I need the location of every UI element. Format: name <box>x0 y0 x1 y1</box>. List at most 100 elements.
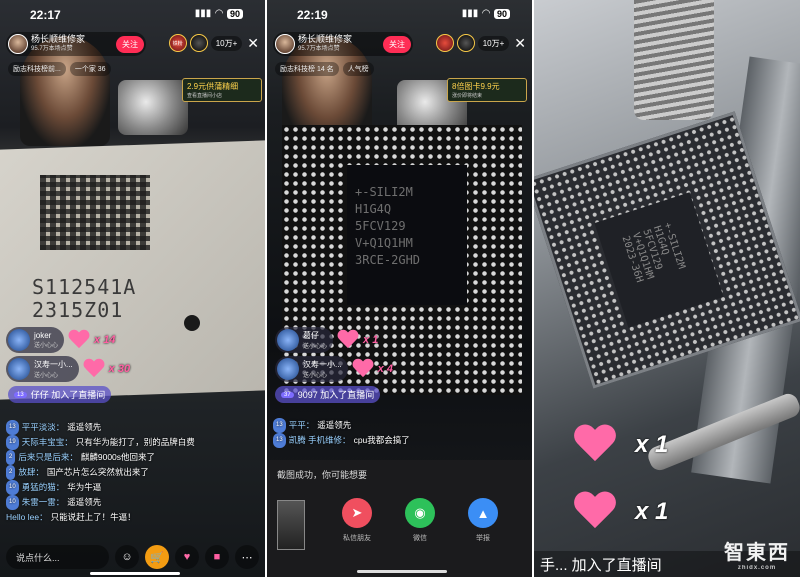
report-button[interactable]: ▲ 举报 <box>455 498 511 543</box>
audience-area: 10万+ ✕ <box>435 34 526 52</box>
screenshot-thumbnail[interactable] <box>277 500 305 550</box>
share-message-button[interactable]: ➤ 私信朋友 <box>329 498 385 543</box>
chat-message[interactable]: 13 平平： 遥遥领先 <box>273 418 410 433</box>
follow-button[interactable]: 关注 <box>116 35 144 53</box>
shop-cart-icon[interactable]: 🛒 <box>145 545 169 569</box>
chat-message[interactable]: 10 朱雷一雷： 遥遥领先 <box>6 495 195 510</box>
viewer-count[interactable]: 10万+ <box>210 35 243 51</box>
board-hole <box>184 315 200 331</box>
promo-title: 8倍图卡9.9元 <box>452 82 500 91</box>
promo-subtitle: 查看直播间小店 <box>187 93 223 99</box>
sheet-title: 截图成功，你可能想要 <box>277 470 368 480</box>
live-stream-panel-1: S112541A 2315Z01 22:17 ▮▮▮ ◠ 90 杨长顺维修家 9… <box>0 0 265 577</box>
chat-message[interactable]: 10 勇猛的猫： 华为牛逼 <box>6 480 195 495</box>
gifter-avatar <box>8 358 30 380</box>
group-tag[interactable]: 一个家 36 <box>69 62 111 76</box>
promo-card[interactable]: 2.9元供蒲精细 查看直播间小店 <box>182 78 262 102</box>
status-bar: 22:17 ▮▮▮ ◠ 90 <box>0 6 265 24</box>
chat-message[interactable]: Hello lee： 只能说赶上了！牛逼！ <box>6 510 195 525</box>
user-level-badge: 13 <box>14 391 27 398</box>
heart-icon[interactable]: ♥ <box>175 545 199 569</box>
rank-tag[interactable]: 励志科技榜前... <box>8 62 66 76</box>
chat-list: 13 平平淡淡： 遥遥领先 19 天际丰宝宝： 只有华为能打了，别的品牌白费 2 后来只是… <box>6 420 195 525</box>
wifi-icon: ◠ <box>215 8 223 19</box>
live-stream-panel-2: +-SILI2M H1G4Q 5FCV129 V+Q1Q1HM 3RCE-2GH… <box>267 0 532 577</box>
status-icons: ▮▮▮ ◠ 90 <box>462 8 510 19</box>
comment-input[interactable]: 说点什么... <box>6 545 109 569</box>
share-label: 私信朋友 <box>343 535 371 542</box>
close-icon[interactable]: ✕ <box>247 35 259 52</box>
die-marking-line-3: 5FCV129 <box>355 219 406 233</box>
host-likes: 95.7万本场点赞 <box>31 46 73 52</box>
host-likes: 95.7万本场点赞 <box>298 46 340 52</box>
screw-image <box>634 0 714 120</box>
chip-marking-line-2: 2315Z01 <box>32 298 124 322</box>
host-name: 杨长顺维修家 <box>298 34 353 44</box>
host-avatar[interactable] <box>8 34 28 54</box>
die-marking-line-5: 3RCE-2GHD <box>355 253 421 267</box>
more-icon[interactable]: ⋯ <box>235 545 259 569</box>
status-bar: 22:19 ▮▮▮ ◠ 90 <box>267 6 532 24</box>
fan-avatar[interactable] <box>435 34 454 52</box>
microscope-image <box>118 80 188 135</box>
wechat-icon[interactable]: ◉ <box>405 498 435 528</box>
audience-area: 铁粉 10万+ ✕ <box>168 34 259 52</box>
popularity-tag[interactable]: 人气榜 <box>342 62 374 76</box>
user-level-badge: 37 <box>281 391 294 398</box>
gift-count: x 4 <box>377 363 393 375</box>
share-label: 举报 <box>476 535 490 542</box>
watermark-logo: 智東西 zhidx.com <box>724 542 790 571</box>
join-notice: 37 9097 加入了直播间 <box>275 386 381 403</box>
share-sheet: 截图成功，你可能想要 ➤ 私信朋友 ◉ 微信 ▲ 举报 <box>267 460 532 577</box>
follow-button[interactable]: 关注 <box>383 35 411 53</box>
battery-icon: 90 <box>493 8 510 19</box>
gift-count: x 1 <box>363 334 379 346</box>
gift-count: x 30 <box>108 363 131 375</box>
fan-avatar[interactable] <box>189 34 208 52</box>
gifter-name: 汉寿一小... <box>34 360 73 369</box>
host-info-bar[interactable]: 杨长顺维修家 95.7万本场点赞 关注 <box>273 32 413 56</box>
send-icon[interactable]: ➤ <box>342 498 372 528</box>
status-icons: ▮▮▮ ◠ 90 <box>195 8 243 19</box>
emoji-icon[interactable]: ☺ <box>115 545 139 569</box>
heart-gift-icon <box>83 359 105 379</box>
heart-gift-icon <box>573 425 617 465</box>
gift-notice: joker 送小心心 x 14 <box>6 327 115 353</box>
chat-message[interactable]: 2 放肆： 国产芯片怎么突然就出来了 <box>6 465 195 480</box>
tag-row: 励志科技榜 14 名 人气榜 <box>275 62 374 76</box>
chip-marking-line-1: S112541A <box>32 275 137 299</box>
warning-icon[interactable]: ▲ <box>468 498 498 528</box>
gifter-name: joker <box>34 331 52 340</box>
die-marking-line-2: H1G4Q <box>355 202 392 216</box>
gift-notice: 汉寿一小... 送小心心 x 4 <box>275 356 393 382</box>
gift-description: 送小心心 <box>34 343 59 349</box>
chat-message[interactable]: 13 凯腾 手机维修： cpu我都会搞了 <box>273 433 410 448</box>
chat-list: 13 平平： 遥遥领先 13 凯腾 手机维修： cpu我都会搞了 <box>273 418 410 448</box>
gift-description: 送小心心 <box>303 344 328 350</box>
fan-avatar[interactable]: 铁粉 <box>168 34 187 52</box>
heart-gift-icon <box>337 330 359 350</box>
host-avatar[interactable] <box>275 34 295 54</box>
fan-avatar[interactable] <box>456 34 475 52</box>
rank-tag[interactable]: 励志科技榜 14 名 <box>275 62 339 76</box>
close-icon[interactable]: ✕ <box>514 35 526 52</box>
join-text: 9097 加入了直播间 <box>297 390 375 400</box>
gift-notice: 汉寿一小... 送小心心 x 30 <box>6 356 130 382</box>
share-wechat-button[interactable]: ◉ 微信 <box>392 498 448 543</box>
viewer-count[interactable]: 10万+ <box>477 35 510 51</box>
chat-message[interactable]: 2 后来只是后来： 麒麟9000s他回来了 <box>6 450 195 465</box>
gift-notice: x 1 <box>569 425 668 465</box>
chat-message[interactable]: 13 平平淡淡： 遥遥领先 <box>6 420 195 435</box>
gift-description: 送小心心 <box>303 373 328 379</box>
heart-gift-icon <box>68 330 90 350</box>
heart-gift-icon <box>573 492 617 532</box>
chat-message[interactable]: 19 天际丰宝宝： 只有华为能打了，别的品牌白费 <box>6 435 195 450</box>
promo-card[interactable]: 8倍图卡9.9元 涨价即将结束 <box>447 78 527 102</box>
battery-icon: 90 <box>226 8 243 19</box>
home-indicator <box>90 572 180 575</box>
wifi-icon: ◠ <box>482 8 490 19</box>
heart-gift-icon <box>352 359 374 379</box>
gift-icon[interactable]: ■ <box>205 545 229 569</box>
host-info-bar[interactable]: 杨长顺维修家 95.7万本场点赞 关注 <box>6 32 146 56</box>
promo-title: 2.9元供蒲精细 <box>187 82 239 91</box>
